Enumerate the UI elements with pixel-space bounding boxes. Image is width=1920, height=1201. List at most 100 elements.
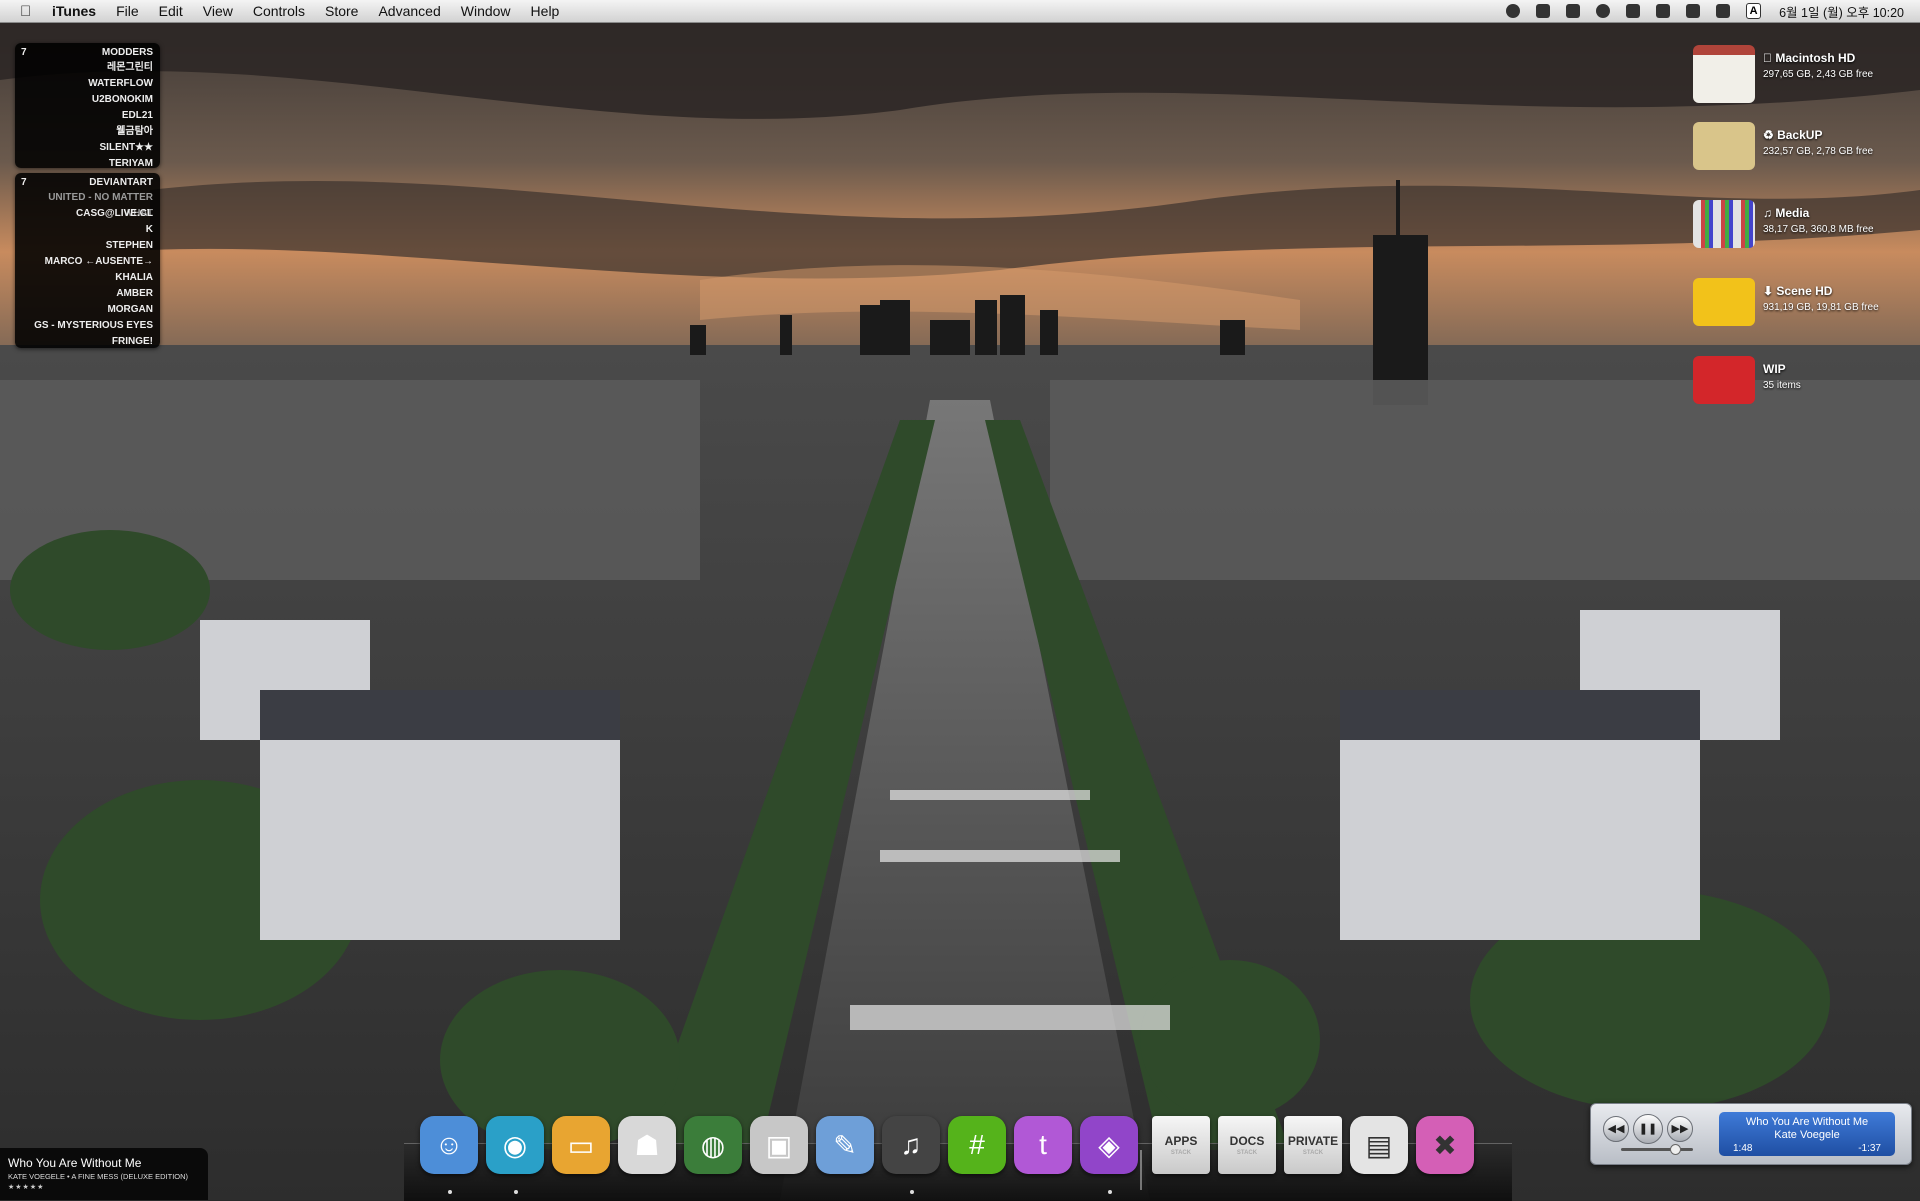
headphones-icon[interactable]: ♫: [882, 1116, 942, 1180]
contact-row[interactable]: CASG@LIVE.CL: [15, 206, 160, 222]
contact-row[interactable]: FRINGE!: [15, 334, 160, 350]
contacts-widget-modders: 7 MODDERS 레몬그린티 WATERFLOW U2BONOKIM EDL2…: [15, 43, 160, 169]
menu-extras: A 6월 1일 (월) 오후 10:20: [1498, 2, 1920, 21]
contact-row[interactable]: TERIYAM: [15, 156, 160, 172]
hashtag-chat-icon-glyph: #: [948, 1116, 1006, 1174]
display-artist: Kate Voegele: [1774, 1129, 1840, 1141]
running-indicator: [448, 1190, 452, 1194]
stack-sublabel: STACK: [1302, 1150, 1324, 1156]
stack-label: PRIVATE: [1287, 1134, 1339, 1148]
menu-controls[interactable]: Controls: [243, 3, 315, 19]
headphones-icon-glyph: ♫: [882, 1116, 940, 1174]
stack-icon: PRIVATE STACK: [1284, 1116, 1342, 1174]
menu-help[interactable]: Help: [521, 3, 570, 19]
hard-drive-icon: [1693, 45, 1755, 103]
contact-row[interactable]: MARCO ←AUSENTE→: [15, 254, 160, 270]
document-edit-icon[interactable]: ✎: [816, 1116, 876, 1180]
drive-backup[interactable]: ♻ BackUP 232,57 GB, 2,78 GB free: [1693, 122, 1913, 182]
input-source-icon[interactable]: A: [1746, 3, 1762, 19]
remaining-time[interactable]: -1:37: [1858, 1143, 1881, 1154]
menu-window[interactable]: Window: [451, 3, 521, 19]
previous-track-button[interactable]: ◀◀: [1603, 1116, 1629, 1142]
drive-info: 38,17 GB, 360,8 MB free: [1763, 224, 1874, 235]
spotlight-like-icon[interactable]: [1566, 4, 1581, 18]
drive-info: 232,57 GB, 2,78 GB free: [1763, 146, 1874, 157]
menu-view[interactable]: View: [193, 3, 243, 19]
contact-row[interactable]: 레몬그린티: [15, 60, 160, 76]
stack-label: APPS: [1164, 1134, 1198, 1148]
contact-row[interactable]: SILENT★★: [15, 140, 160, 156]
finder-icon[interactable]: ☺: [420, 1116, 480, 1180]
stack-icon: DOCS STACK: [1218, 1116, 1276, 1174]
running-indicator: [514, 1190, 518, 1194]
contact-row[interactable]: MORGAN: [15, 302, 160, 318]
pause-button[interactable]: ❚❚: [1633, 1114, 1663, 1144]
download-folder-icon: [1693, 278, 1755, 326]
stack-docs[interactable]: DOCS STACK: [1218, 1116, 1278, 1180]
spaces-icon[interactable]: [1626, 4, 1641, 18]
itunes-disc-icon-glyph: ◈: [1080, 1116, 1138, 1174]
hashtag-chat-icon[interactable]: #: [948, 1116, 1008, 1180]
wifi-icon[interactable]: [1686, 4, 1701, 18]
contact-row[interactable]: KHALIA: [15, 270, 160, 286]
globe-icon[interactable]: ◍: [684, 1116, 744, 1180]
contact-row[interactable]: 웰금탐아: [15, 124, 160, 140]
volume-slider[interactable]: [1621, 1144, 1693, 1155]
contact-row[interactable]: GS - MYSTERIOUS EYES: [15, 318, 160, 334]
now-playing-title: Who You Are Without Me: [8, 1156, 142, 1170]
stack-sublabel: STACK: [1236, 1150, 1258, 1156]
folder-wip[interactable]: WIP 35 items: [1693, 356, 1913, 416]
twitter-t-icon-glyph: t: [1014, 1116, 1072, 1174]
contact-row[interactable]: UNITED - NO MATTER WHAT: [15, 190, 160, 219]
menu-app-name[interactable]: iTunes: [52, 3, 106, 19]
player-display[interactable]: Who You Are Without Me Kate Voegele 1:48…: [1719, 1112, 1895, 1156]
stack-private[interactable]: PRIVATE STACK: [1284, 1116, 1344, 1180]
globe-icon-glyph: ◍: [684, 1116, 742, 1174]
contact-row[interactable]: U2BONOKIM: [15, 92, 160, 108]
volume-knob[interactable]: [1670, 1144, 1681, 1155]
apple-menu-icon[interactable]: : [20, 3, 38, 20]
itunes-disc-icon[interactable]: ◈: [1080, 1116, 1140, 1180]
menu-bar:  iTunes File Edit View Controls Store A…: [0, 0, 1920, 23]
delivery-truck-icon[interactable]: ▣: [750, 1116, 810, 1180]
contact-row[interactable]: STEPHEN: [15, 238, 160, 254]
volume-icon[interactable]: [1716, 4, 1731, 18]
drive-media[interactable]: ♫ Media 38,17 GB, 360,8 MB free: [1693, 200, 1913, 260]
contact-row[interactable]: EDL21: [15, 108, 160, 124]
stack-apps[interactable]: APPS STACK: [1152, 1116, 1212, 1180]
chat-app-icon[interactable]: ◉: [486, 1116, 546, 1180]
folder-app-icon-glyph: ▭: [552, 1116, 610, 1174]
trash-icon[interactable]: ✖: [1416, 1116, 1476, 1180]
screen-icon[interactable]: [1656, 4, 1671, 18]
drive-macintosh-hd[interactable]:  Macintosh HD 297,65 GB, 2,43 GB free: [1693, 45, 1913, 105]
menu-store[interactable]: Store: [315, 3, 368, 19]
contact-row[interactable]: K: [15, 222, 160, 238]
menu-clock[interactable]: 6월 1일 (월) 오후 10:20: [1779, 2, 1904, 21]
now-playing-rating[interactable]: ★★★★★: [0, 1181, 208, 1193]
tv-drive-icon: [1693, 200, 1755, 248]
drive-scene-hd[interactable]: ⬇ Scene HD 931,19 GB, 19,81 GB free: [1693, 278, 1913, 338]
bluetooth-icon[interactable]: [1506, 4, 1521, 18]
next-track-button[interactable]: ▶▶: [1667, 1116, 1693, 1142]
menu-file[interactable]: File: [106, 3, 149, 19]
delivery-truck-icon-glyph: ▣: [750, 1116, 808, 1174]
stormtrooper-icon[interactable]: ☗: [618, 1116, 678, 1180]
contacts-widget-deviantart: 7 DEVIANTART UNITED - NO MATTER WHAT CAS…: [15, 173, 160, 348]
time-machine-icon[interactable]: [1596, 4, 1611, 18]
drive-name: ⬇ Scene HD: [1763, 284, 1833, 298]
running-indicator: [910, 1190, 914, 1194]
contact-row[interactable]: AMBER: [15, 286, 160, 302]
menu-advanced[interactable]: Advanced: [368, 3, 450, 19]
stack-label: DOCS: [1229, 1134, 1265, 1148]
widget-title: MODDERS: [101, 47, 153, 58]
contact-row[interactable]: WATERFLOW: [15, 76, 160, 92]
now-playing-widget[interactable]: Who You Are Without Me KATE VOEGELE • A …: [0, 1148, 208, 1200]
downloads-icon[interactable]: ▤: [1350, 1116, 1410, 1180]
menu-edit[interactable]: Edit: [149, 3, 193, 19]
finder-icon-glyph: ☺: [420, 1116, 478, 1174]
widget-header[interactable]: 7 MODDERS: [15, 43, 160, 60]
display-icon[interactable]: [1536, 4, 1551, 18]
twitter-t-icon[interactable]: t: [1014, 1116, 1074, 1180]
widget-header[interactable]: 7 DEVIANTART: [15, 173, 160, 190]
folder-app-icon[interactable]: ▭: [552, 1116, 612, 1180]
